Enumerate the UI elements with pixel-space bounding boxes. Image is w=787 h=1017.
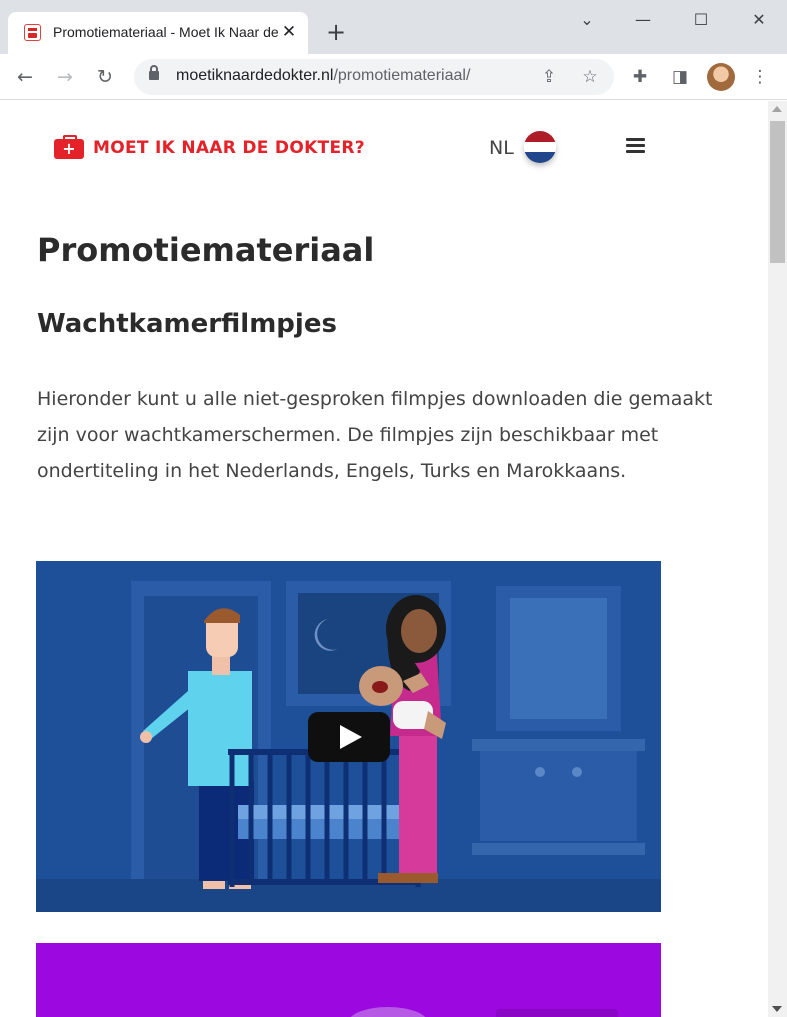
minimize-button[interactable]: — xyxy=(628,6,658,34)
close-window-button[interactable]: ✕ xyxy=(744,6,774,34)
scroll-up-arrow-icon[interactable] xyxy=(772,106,782,112)
browser-titlebar: Promotiemateriaal - Moet Ik Naar de Dokt… xyxy=(0,0,787,54)
flag-stripe-red xyxy=(524,131,556,142)
menu-line xyxy=(626,144,645,147)
side-panel-icon[interactable]: ◨ xyxy=(666,63,694,91)
page-title: Promotiemateriaal xyxy=(37,231,375,269)
language-label[interactable]: NL xyxy=(489,137,514,159)
dutch-flag-icon[interactable] xyxy=(524,131,556,163)
reload-button[interactable]: ↻ xyxy=(91,63,119,91)
back-button[interactable]: ← xyxy=(11,63,39,91)
maximize-button[interactable]: ☐ xyxy=(686,6,716,34)
video-player[interactable] xyxy=(36,561,661,912)
site-favicon-icon xyxy=(24,24,41,41)
url-text[interactable]: moetiknaardedokter.nl/promotiemateriaal/ xyxy=(176,67,470,85)
video-player-2[interactable] xyxy=(36,943,661,1017)
extensions-puzzle-icon[interactable]: ✚ xyxy=(626,63,654,91)
hamburger-menu-icon[interactable] xyxy=(626,138,645,154)
url-path: /promotiemateriaal/ xyxy=(333,67,471,84)
browser-toolbar: ← → ↻ moetiknaardedokter.nl/promotiemate… xyxy=(0,54,787,100)
share-icon[interactable]: ⇪ xyxy=(536,64,562,90)
profile-avatar[interactable] xyxy=(707,63,735,91)
logo-text: MOET IK NAAR DE DOKTER? xyxy=(93,138,365,158)
tab-search-icon[interactable]: ⌄ xyxy=(572,6,602,34)
tab-close-icon[interactable]: ✕ xyxy=(278,20,300,44)
first-aid-kit-icon: + xyxy=(54,135,84,159)
browser-tab[interactable]: Promotiemateriaal - Moet Ik Naar de Dokt… xyxy=(8,12,308,54)
video-play-icon[interactable] xyxy=(308,712,390,762)
section-heading: Wachtkamerfilmpjes xyxy=(37,309,337,339)
url-domain: moetiknaardedokter.nl xyxy=(176,67,334,84)
browser-menu-icon[interactable]: ⋮ xyxy=(746,63,774,91)
scrollbar-thumb[interactable] xyxy=(770,121,785,263)
lock-icon[interactable] xyxy=(149,65,159,80)
video-thumbnail-illustration-2 xyxy=(36,943,661,1017)
flag-stripe-blue xyxy=(524,152,556,163)
address-bar[interactable]: moetiknaardedokter.nl/promotiemateriaal/… xyxy=(134,59,614,95)
intro-paragraph: Hieronder kunt u alle niet-gesproken fil… xyxy=(37,388,713,482)
menu-line xyxy=(626,138,645,141)
page-scrollbar[interactable] xyxy=(768,101,787,1017)
scroll-down-arrow-icon[interactable] xyxy=(772,1006,782,1012)
flag-stripe-white xyxy=(524,141,556,153)
page-viewport: + MOET IK NAAR DE DOKTER? NL Promotiemat… xyxy=(0,101,768,1017)
menu-line xyxy=(626,150,645,153)
tab-title: Promotiemateriaal - Moet Ik Naar de Dokt… xyxy=(53,24,279,40)
new-tab-button[interactable]: + xyxy=(322,18,350,46)
bookmark-star-icon[interactable]: ☆ xyxy=(577,64,603,90)
logo-cross: + xyxy=(62,139,76,158)
forward-button[interactable]: → xyxy=(51,63,79,91)
